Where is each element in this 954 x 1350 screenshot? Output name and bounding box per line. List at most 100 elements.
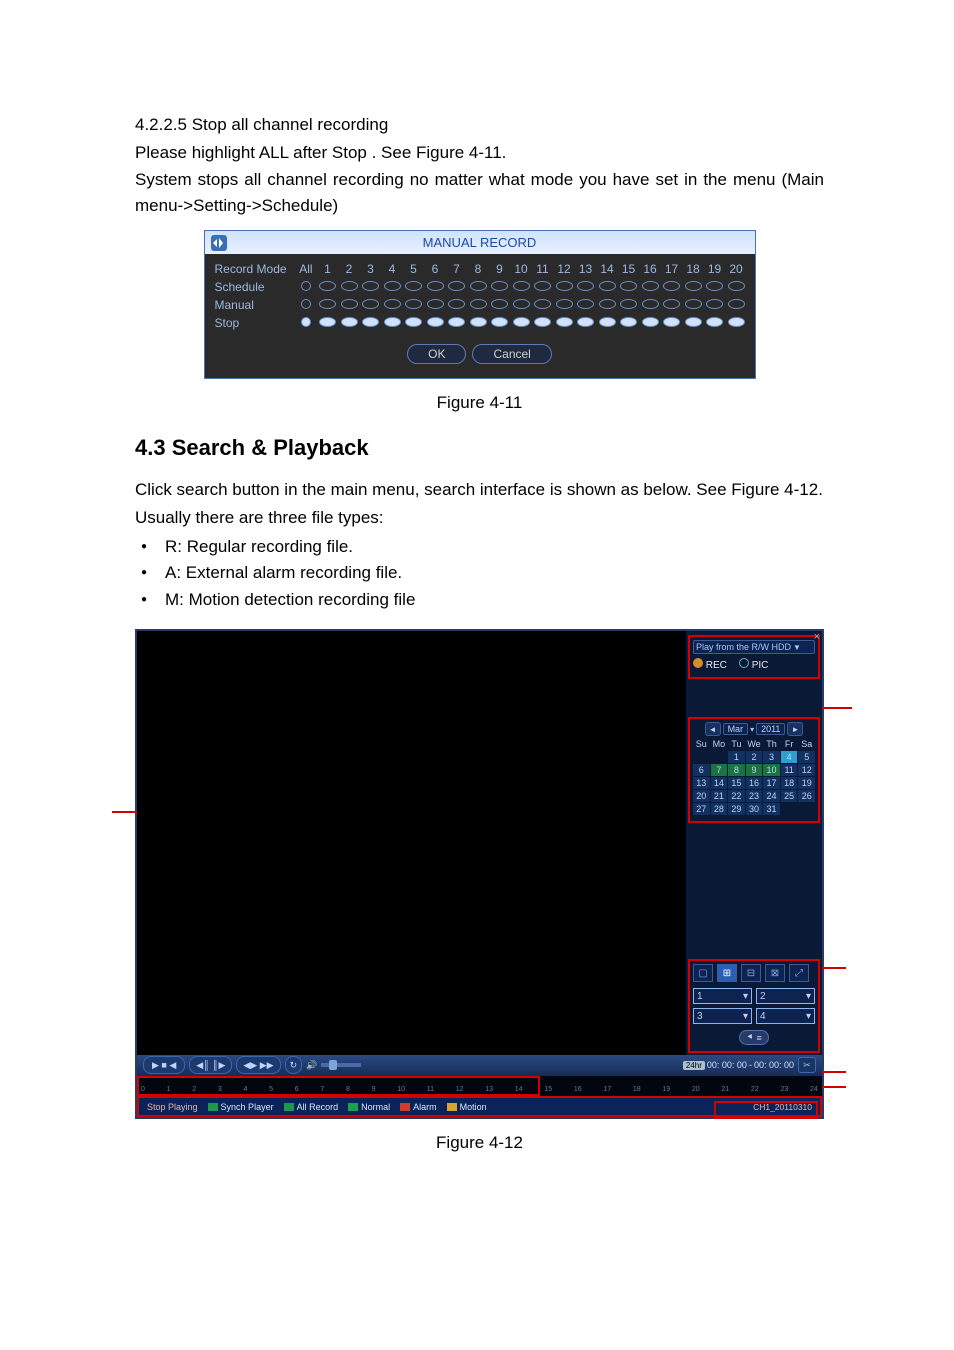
layout-9-icon[interactable]: ⊟	[741, 964, 761, 982]
schedule-channel-radio[interactable]	[341, 281, 358, 291]
calendar-day[interactable]: 25	[781, 790, 798, 802]
schedule-channel-radio[interactable]	[448, 281, 465, 291]
calendar-day[interactable]: 2	[746, 751, 763, 763]
calendar-day[interactable]: 1	[728, 751, 745, 763]
calendar-day[interactable]: 11	[781, 764, 798, 776]
stop-channel-radio[interactable]	[642, 317, 659, 327]
calendar-day[interactable]: 30	[746, 803, 763, 815]
all-record-toggle[interactable]: All Record	[284, 1102, 339, 1112]
calendar-prev-button[interactable]: ◄	[705, 722, 721, 736]
calendar-month[interactable]: Mar	[723, 723, 749, 735]
schedule-all-radio[interactable]	[301, 281, 311, 291]
close-icon[interactable]: ×	[814, 631, 820, 643]
stop-channel-radio[interactable]	[427, 317, 444, 327]
stop-channel-radio[interactable]	[577, 317, 594, 327]
calendar-day[interactable]: 29	[728, 803, 745, 815]
calendar-day[interactable]: 4	[781, 751, 798, 763]
manual-channel-radio[interactable]	[405, 299, 422, 309]
calendar-day[interactable]: 19	[798, 777, 815, 789]
calendar-day[interactable]: 26	[798, 790, 815, 802]
volume-icon[interactable]: 🔊	[306, 1060, 317, 1071]
manual-channel-radio[interactable]	[599, 299, 616, 309]
rec-radio[interactable]: REC	[693, 658, 727, 671]
timeline-ruler[interactable]: 0123456789101112131415161718192021222324	[137, 1076, 822, 1097]
calendar-day[interactable]: 27	[693, 803, 710, 815]
stop-channel-radio[interactable]	[362, 317, 379, 327]
schedule-channel-radio[interactable]	[427, 281, 444, 291]
channel-dropdown[interactable]: 4▾	[756, 1008, 815, 1024]
stop-channel-radio[interactable]	[405, 317, 422, 327]
manual-channel-radio[interactable]	[577, 299, 594, 309]
schedule-channel-radio[interactable]	[491, 281, 508, 291]
calendar-day[interactable]: 6	[693, 764, 710, 776]
calendar-day[interactable]: 18	[781, 777, 798, 789]
schedule-channel-radio[interactable]	[685, 281, 702, 291]
stop-channel-radio[interactable]	[685, 317, 702, 327]
stop-channel-radio[interactable]	[491, 317, 508, 327]
manual-channel-radio[interactable]	[620, 299, 637, 309]
speed-button[interactable]: ◀▶ ▶▶	[236, 1056, 280, 1074]
layout-1-icon[interactable]: ▢	[693, 964, 713, 982]
stop-playing-link[interactable]: Stop Playing	[147, 1102, 198, 1112]
schedule-channel-radio[interactable]	[534, 281, 551, 291]
manual-channel-radio[interactable]	[319, 299, 336, 309]
stop-channel-radio[interactable]	[341, 317, 358, 327]
normal-legend[interactable]: Normal	[348, 1102, 390, 1112]
stop-channel-radio[interactable]	[663, 317, 680, 327]
calendar-day[interactable]: 9	[746, 764, 763, 776]
calendar-day[interactable]: 21	[711, 790, 728, 802]
manual-channel-radio[interactable]	[491, 299, 508, 309]
manual-channel-radio[interactable]	[556, 299, 573, 309]
pic-radio[interactable]: PIC	[739, 658, 768, 671]
manual-channel-radio[interactable]	[534, 299, 551, 309]
calendar-day[interactable]: 15	[728, 777, 745, 789]
calendar-day[interactable]: 28	[711, 803, 728, 815]
calendar-day[interactable]: 8	[728, 764, 745, 776]
calendar-day[interactable]: 12	[798, 764, 815, 776]
schedule-channel-radio[interactable]	[405, 281, 422, 291]
schedule-channel-radio[interactable]	[642, 281, 659, 291]
manual-channel-radio[interactable]	[384, 299, 401, 309]
schedule-channel-radio[interactable]	[470, 281, 487, 291]
stop-channel-radio[interactable]	[556, 317, 573, 327]
play-source-dropdown[interactable]: Play from the R/W HDD ▼	[693, 640, 815, 654]
calendar-day[interactable]: 13	[693, 777, 710, 789]
calendar-day[interactable]: 31	[763, 803, 780, 815]
schedule-channel-radio[interactable]	[319, 281, 336, 291]
manual-channel-radio[interactable]	[685, 299, 702, 309]
slow-button[interactable]: ↻	[285, 1056, 303, 1074]
channel-dropdown[interactable]: 3▾	[693, 1008, 752, 1024]
layout-full-icon[interactable]: ⤢	[789, 964, 809, 982]
calendar-day[interactable]: 10	[763, 764, 780, 776]
play-button[interactable]: ▶ ■ ◀	[143, 1056, 185, 1074]
stop-channel-radio[interactable]	[706, 317, 723, 327]
calendar-day[interactable]: 24	[763, 790, 780, 802]
manual-all-radio[interactable]	[301, 299, 311, 309]
motion-legend[interactable]: Motion	[447, 1102, 487, 1112]
layout-4-icon[interactable]: ⊞	[717, 964, 737, 982]
calendar-day[interactable]: 16	[746, 777, 763, 789]
layout-16-icon[interactable]: ⊠	[765, 964, 785, 982]
ok-button[interactable]: OK	[407, 344, 466, 364]
calendar-day[interactable]: 3	[763, 751, 780, 763]
calendar-day[interactable]: 17	[763, 777, 780, 789]
schedule-channel-radio[interactable]	[513, 281, 530, 291]
stop-channel-radio[interactable]	[599, 317, 616, 327]
channel-dropdown[interactable]: 2▾	[756, 988, 815, 1004]
calendar-year[interactable]: 2011	[756, 723, 785, 735]
manual-channel-radio[interactable]	[470, 299, 487, 309]
step-back-button[interactable]: ◀║ ║▶	[189, 1056, 232, 1074]
stop-channel-radio[interactable]	[384, 317, 401, 327]
manual-channel-radio[interactable]	[513, 299, 530, 309]
schedule-channel-radio[interactable]	[663, 281, 680, 291]
stop-channel-radio[interactable]	[513, 317, 530, 327]
calendar-day[interactable]: 22	[728, 790, 745, 802]
schedule-channel-radio[interactable]	[728, 281, 745, 291]
cancel-button[interactable]: Cancel	[472, 344, 551, 364]
stop-channel-radio[interactable]	[470, 317, 487, 327]
stop-channel-radio[interactable]	[319, 317, 336, 327]
channel-dropdown[interactable]: 1▾	[693, 988, 752, 1004]
zoom-scale-label[interactable]: 24hr	[683, 1061, 705, 1070]
stop-channel-radio[interactable]	[620, 317, 637, 327]
volume-slider[interactable]	[321, 1063, 361, 1067]
